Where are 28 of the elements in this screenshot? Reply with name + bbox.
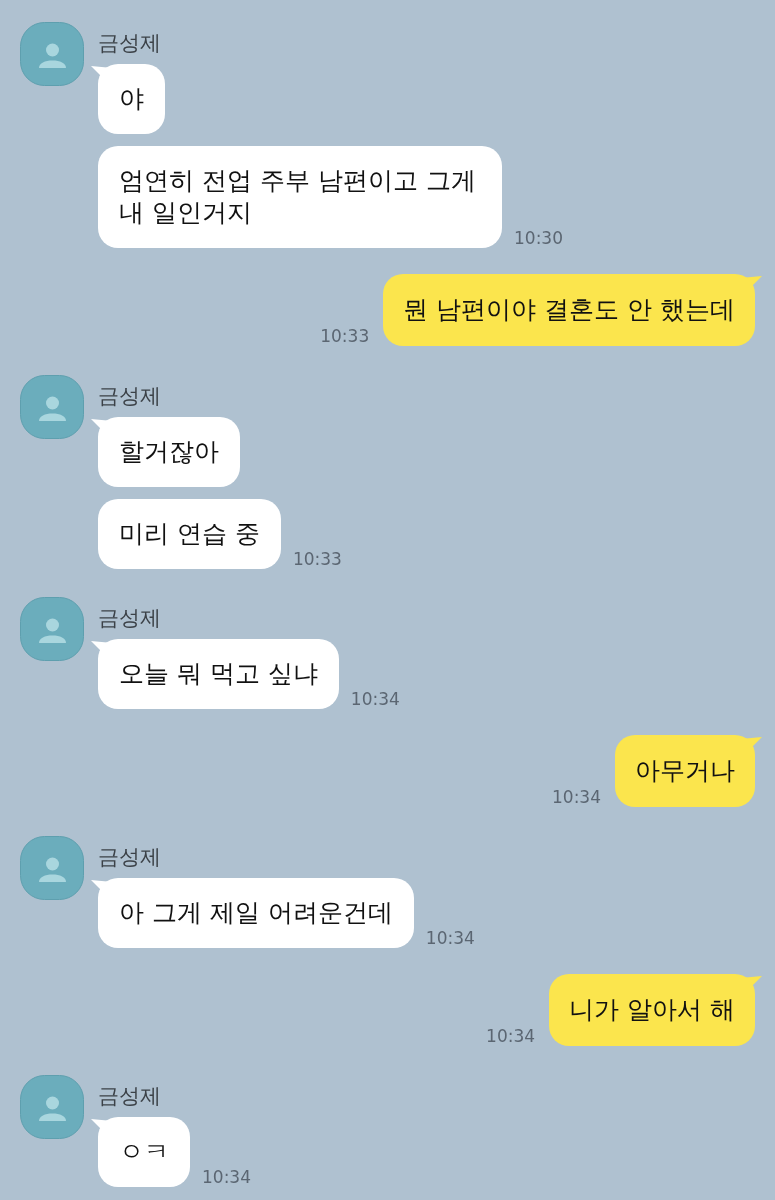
message-bubble: 니가 알아서 해 bbox=[549, 974, 762, 1046]
message-time: 10:34 bbox=[350, 689, 400, 709]
sender-name: 금성제 bbox=[98, 30, 161, 56]
avatar-icon[interactable] bbox=[20, 1075, 84, 1139]
message-bubble: 아무거나 bbox=[615, 735, 762, 807]
message-bubble: 아 그게 제일 어려운건데 bbox=[91, 878, 414, 948]
sender-name: 금성제 bbox=[98, 1083, 161, 1109]
sender-name: 금성제 bbox=[98, 844, 161, 870]
message-bubble: 야 bbox=[91, 64, 165, 134]
message-bubble: ㅇㅋ bbox=[91, 1117, 190, 1187]
message-time: 10:34 bbox=[425, 928, 475, 948]
message-bubble: 엄연히 전업 주부 남편이고 그게 내 일인거지 bbox=[98, 146, 502, 248]
sender-name: 금성제 bbox=[98, 383, 161, 409]
message-bubble: 뭔 남편이야 결혼도 안 했는데 bbox=[383, 274, 762, 346]
message-bubble: 미리 연습 중 bbox=[98, 499, 281, 569]
message-time: 10:33 bbox=[292, 549, 342, 569]
message-time: 10:34 bbox=[202, 1167, 251, 1187]
avatar-icon[interactable] bbox=[20, 375, 84, 439]
sender-name: 금성제 bbox=[98, 605, 161, 631]
message-bubble: 할거잖아 bbox=[91, 417, 240, 487]
avatar-icon[interactable] bbox=[20, 597, 84, 661]
message-bubble: 오늘 뭐 먹고 싶냐 bbox=[91, 639, 339, 709]
message-time: 10:34 bbox=[552, 787, 601, 807]
message-time: 10:34 bbox=[486, 1026, 536, 1046]
message-time: 10:30 bbox=[514, 228, 563, 248]
message-time: 10:33 bbox=[320, 326, 370, 346]
avatar-icon[interactable] bbox=[20, 22, 84, 86]
avatar-icon[interactable] bbox=[20, 836, 84, 900]
